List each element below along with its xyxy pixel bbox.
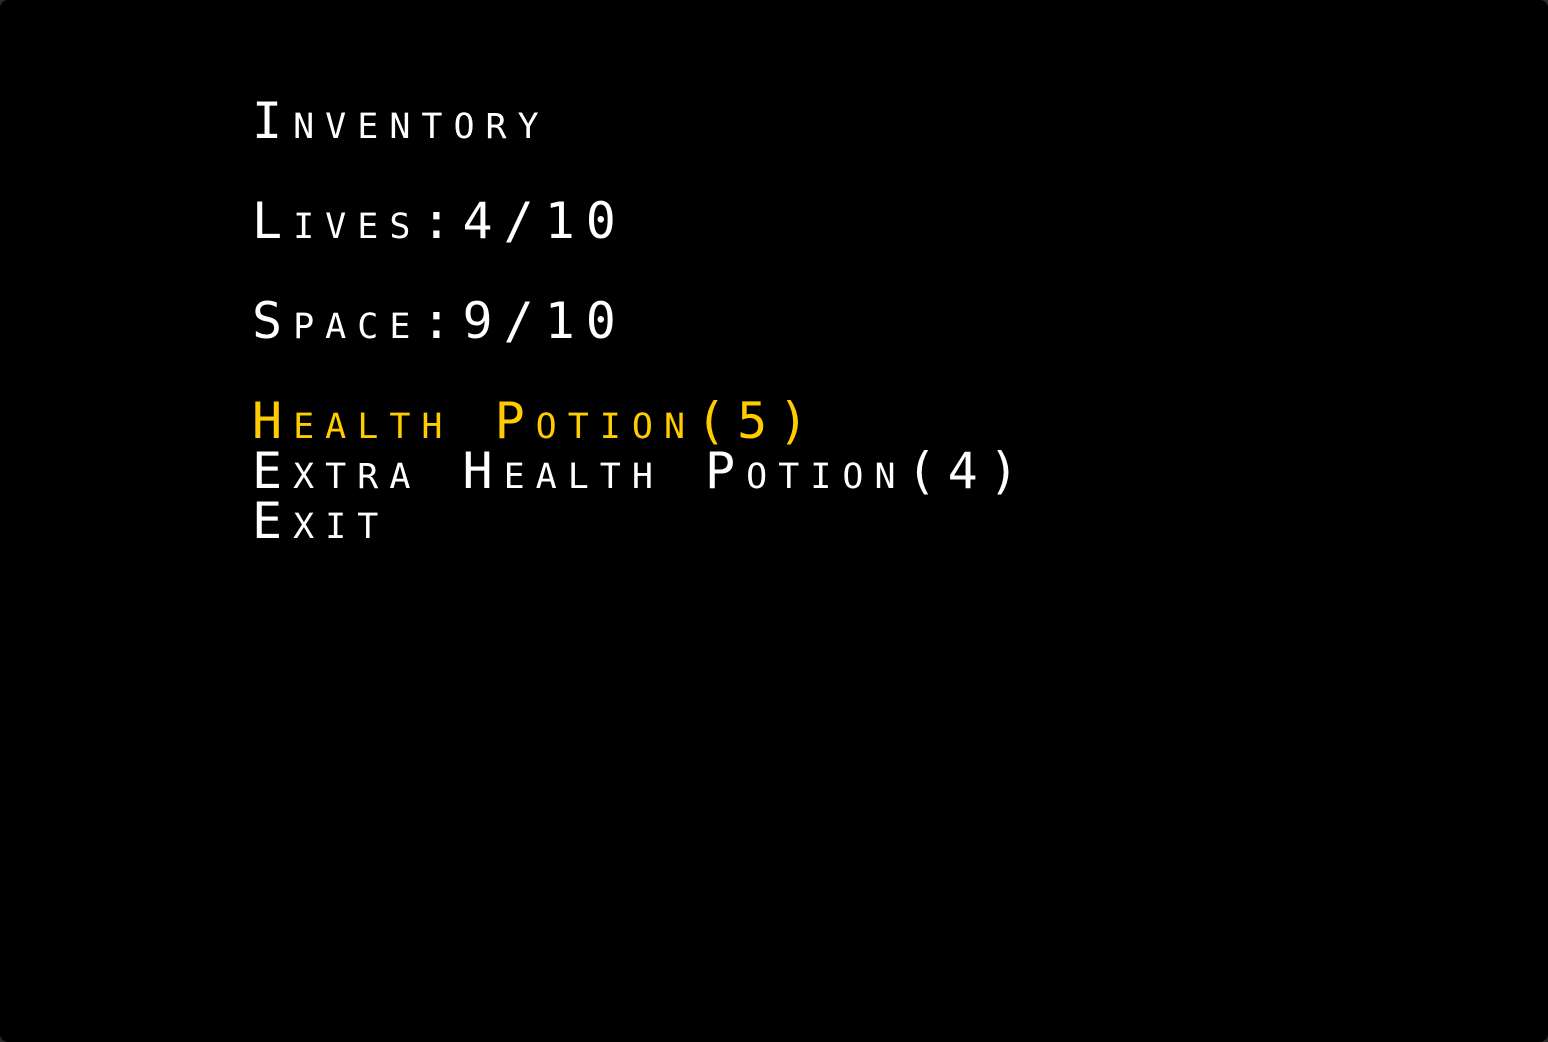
space-readout: Space:9/10 bbox=[252, 292, 627, 350]
game-screen: Inventory Lives:4/10 Space:9/10 Health P… bbox=[0, 0, 1548, 1042]
menu-item-extra-health-potion[interactable]: Extra Health Potion(4) bbox=[252, 446, 1030, 496]
lives-readout: Lives:4/10 bbox=[252, 192, 627, 250]
inventory-title: Inventory bbox=[252, 92, 550, 150]
menu-item-exit[interactable]: Exit bbox=[252, 496, 389, 546]
menu-item-health-potion[interactable]: Health Potion(5) bbox=[252, 396, 819, 446]
